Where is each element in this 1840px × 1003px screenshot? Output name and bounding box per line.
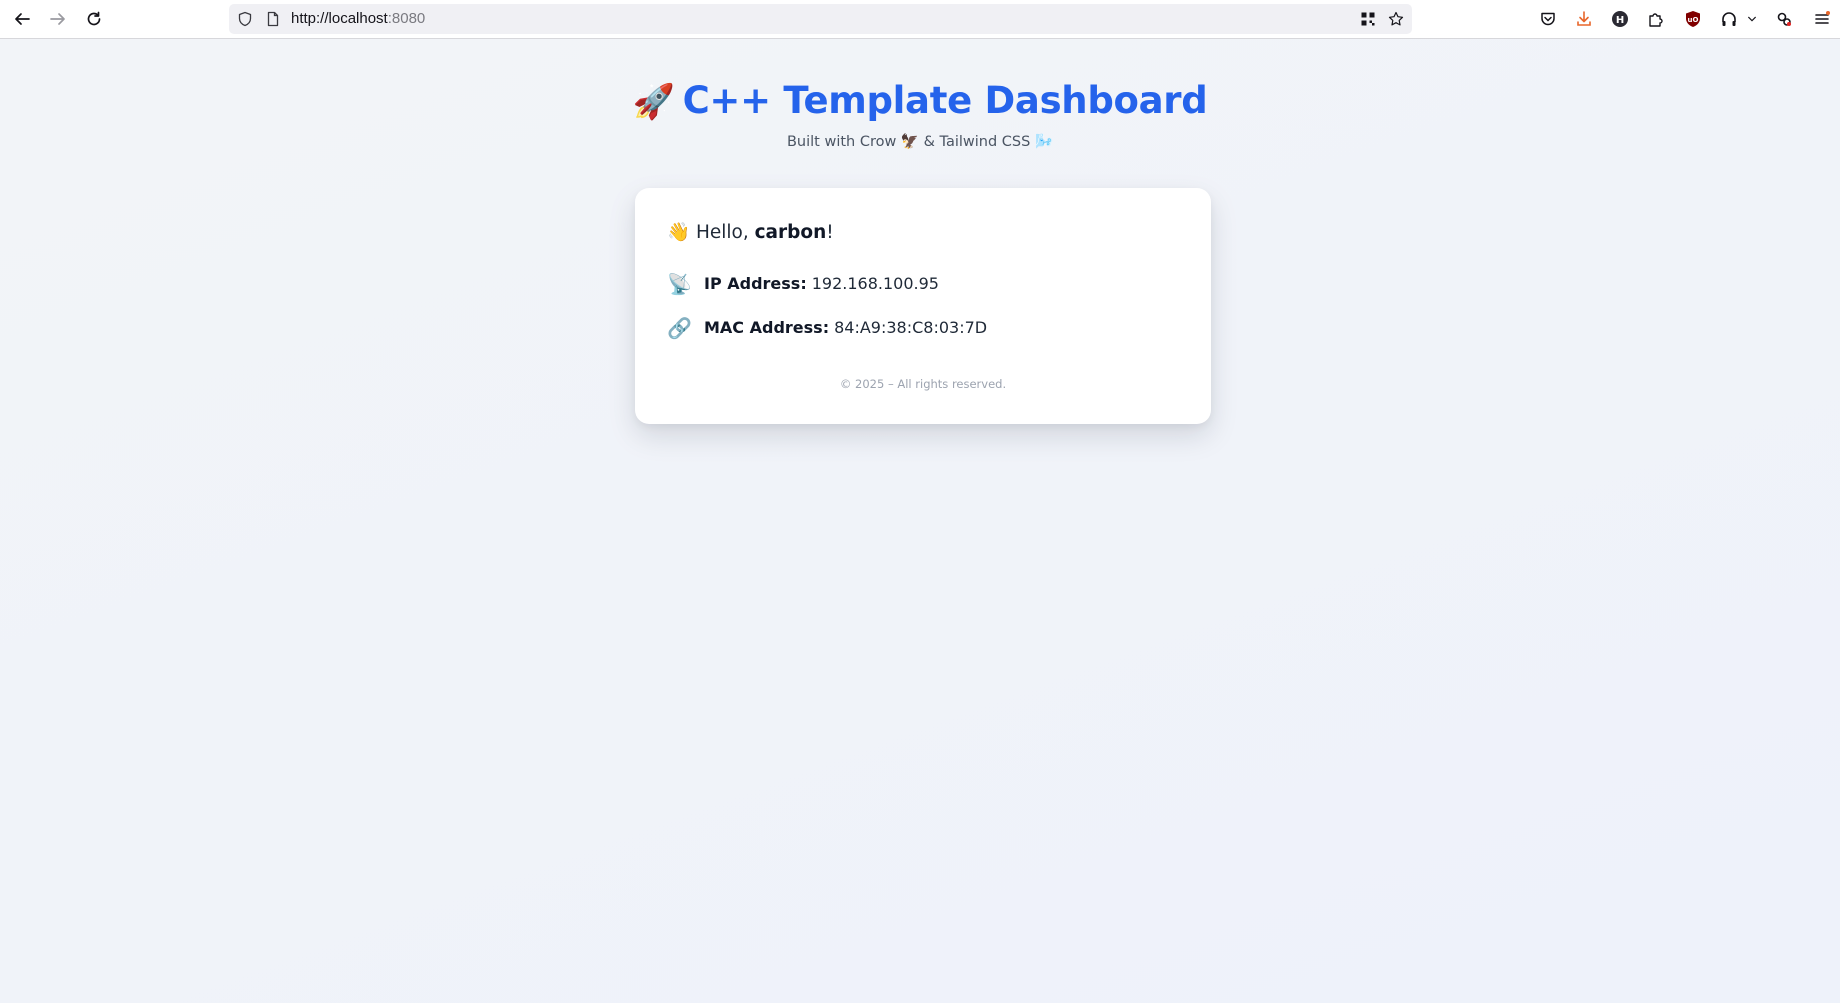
extension-dropdown[interactable] [1746,9,1758,29]
headphones-icon [1722,12,1736,26]
link-icon: 🔗 [667,316,692,340]
chevron-down-icon [1748,16,1756,22]
mac-address-row: 🔗 MAC Address: 84:A9:38:C8:03:7D [667,317,987,339]
ip-address-label: IP Address: [704,274,807,293]
copyright-footer: © 2025 – All rights reserved. [839,377,1007,391]
mac-address-value: 84:A9:38:C8:03:7D [834,318,988,337]
username: carbon [754,222,827,243]
shield-icon[interactable] [237,11,253,27]
address-bar[interactable]: http://localhost:8080 [229,4,1412,34]
greeting-suffix: ! [826,222,834,243]
menu-button[interactable] [1812,9,1832,29]
star-icon[interactable] [1388,11,1404,27]
page-header: 🚀 C++ Template Dashboard Built with Crow … [0,77,1840,152]
reload-icon [87,11,101,26]
h-extension-icon: H [1612,11,1628,27]
h-extension-button[interactable]: H [1610,9,1630,29]
url-text[interactable]: http://localhost:8080 [291,10,425,28]
extensions-button[interactable] [1646,9,1666,29]
page-title-text: C++ Template Dashboard [682,79,1208,122]
url-port: :8080 [387,10,426,27]
page-title: 🚀 C++ Template Dashboard [0,77,1840,126]
svg-text:H: H [1616,15,1624,26]
info-card: 👋 Hello, carbon! 📡 IP Address: 192.168.1… [635,188,1211,424]
rocket-icon: 🚀 [632,82,675,122]
browser-toolbar: http://localhost:8080 H uO [0,0,1840,39]
ublock-icon: uO [1686,11,1700,27]
url-host: http://localhost [291,10,388,27]
forward-arrow-icon [50,13,65,25]
satellite-dish-icon: 📡 [667,272,692,296]
greeting: 👋 Hello, carbon! [667,221,834,245]
ip-address-row: 📡 IP Address: 192.168.100.95 [667,273,939,295]
pocket-button[interactable] [1538,9,1558,29]
page-subtitle: Built with Crow 🦅 & Tailwind CSS 🌬️ [786,134,1054,150]
greeting-prefix: Hello, [695,222,755,243]
ublock-button[interactable]: uO [1683,9,1703,29]
wave-icon: 👋 [667,222,691,243]
page-icon[interactable] [265,11,281,27]
qr-code-icon[interactable] [1360,11,1376,27]
download-icon [1577,11,1591,26]
gear-extension-button[interactable] [1774,9,1794,29]
downloads-button[interactable] [1574,9,1594,29]
ip-address-value: 192.168.100.95 [811,274,939,293]
reload-button[interactable] [78,4,110,34]
gear-extension-icon [1777,12,1791,26]
back-arrow-icon [15,13,30,25]
page-content: 🚀 C++ Template Dashboard Built with Crow … [0,39,1840,1003]
forward-button[interactable] [42,4,74,34]
puzzle-icon [1649,13,1663,27]
headphones-button[interactable] [1719,9,1739,29]
mac-address-label: MAC Address: [704,318,830,337]
back-button[interactable] [6,4,38,34]
pocket-icon [1541,12,1555,26]
hamburger-menu-icon [1815,11,1830,24]
svg-text:uO: uO [1688,16,1699,24]
